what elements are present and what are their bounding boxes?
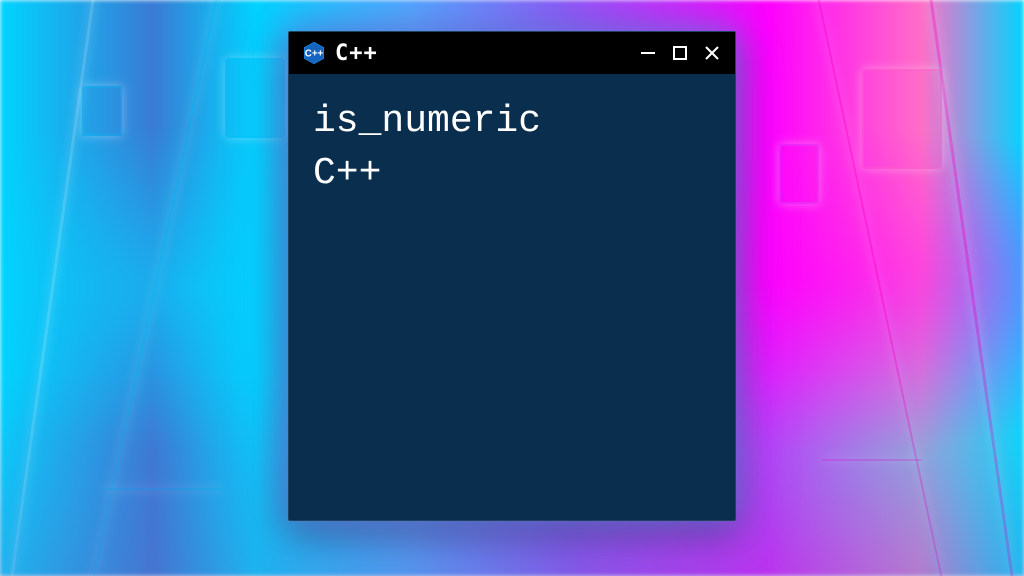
- cpp-icon: C++: [301, 40, 327, 66]
- terminal-window: C++ C++ is_numeric C: [288, 31, 736, 521]
- minimize-button[interactable]: [637, 42, 659, 64]
- terminal-content: is_numeric C++: [289, 74, 735, 221]
- window-title: C++: [335, 41, 629, 66]
- content-line-1: is_numeric: [313, 96, 711, 147]
- window-controls: [637, 42, 723, 64]
- close-button[interactable]: [701, 42, 723, 64]
- titlebar[interactable]: C++ C++: [289, 32, 735, 74]
- maximize-button[interactable]: [669, 42, 691, 64]
- svg-text:C++: C++: [305, 49, 324, 60]
- content-line-2: C++: [313, 148, 711, 199]
